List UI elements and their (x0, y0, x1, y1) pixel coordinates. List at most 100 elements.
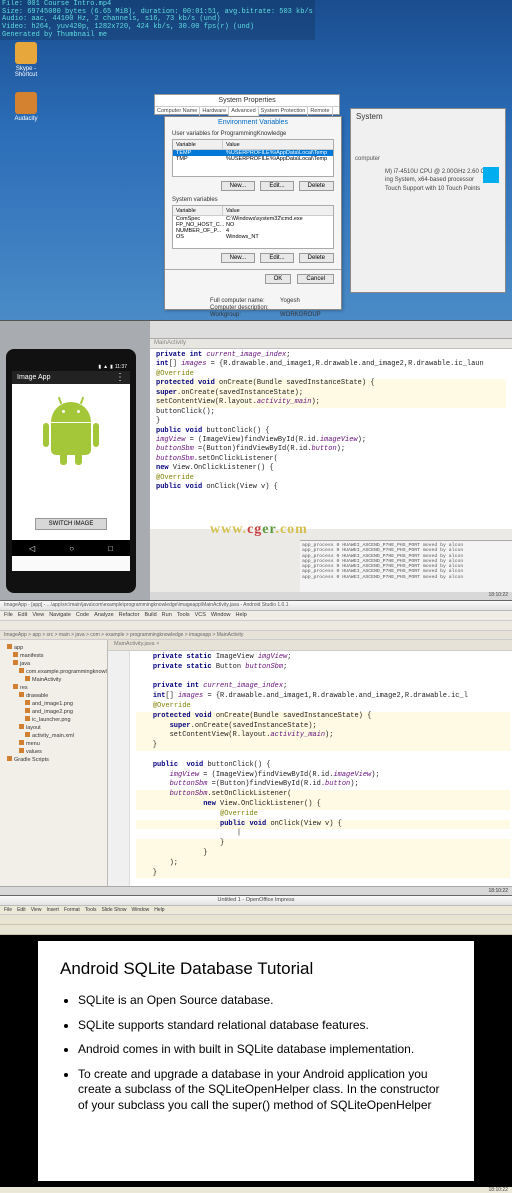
editor-tab-bar[interactable]: MainActivity.java × (108, 640, 512, 651)
tab-system-protection[interactable]: System Protection (259, 107, 309, 116)
windows-desktop-screenshot: File: 001 Course Intro.mp4 Size: 6974508… (0, 0, 512, 320)
ok-button[interactable]: OK (265, 274, 292, 284)
recents-icon[interactable]: □ (108, 544, 113, 553)
impress-menu-bar: File Edit View Insert Format Tools Slide Show W… (0, 906, 512, 915)
menu-help[interactable]: Help (235, 612, 246, 618)
slide-bullets: SQLite is an Open Source database. SQLit… (60, 993, 452, 1114)
delete-sys-var-button[interactable]: Delete (299, 253, 334, 263)
menu-window[interactable]: Window (132, 907, 150, 913)
control-panel-title: System (351, 109, 505, 124)
skype-icon (15, 42, 37, 64)
sys-vars-table[interactable]: VariableValue ComSpecC:\Windows\system32… (172, 205, 334, 249)
tree-item[interactable]: ic_launcher.png (3, 715, 104, 723)
windows-logo-icon (483, 167, 499, 183)
tree-item[interactable]: com.example.programmingknowledge.imageap… (3, 667, 104, 675)
edit-sys-var-button[interactable]: Edit... (260, 253, 293, 263)
menu-run[interactable]: Run (162, 612, 172, 618)
menu-vcs[interactable]: VCS (195, 612, 206, 618)
bullet-item: To create and upgrade a database in your… (78, 1067, 452, 1114)
project-tree[interactable]: appmanifestsjavacom.example.programmingk… (0, 640, 108, 886)
impress-toolbar (0, 915, 512, 925)
user-vars-label: User variables for ProgrammingKnowledge (172, 131, 334, 137)
system-properties-tabs: Computer Name Hardware Advanced System P… (155, 106, 339, 116)
android-emulator-ide-screenshot: ▮ ▲ ▮ 11:37 Image App ⋮ SWITCH IMAGE (0, 320, 512, 600)
switch-image-button[interactable]: SWITCH IMAGE (35, 518, 107, 530)
menu-analyze[interactable]: Analyze (94, 612, 114, 618)
tree-item[interactable]: values (3, 747, 104, 755)
menu-file[interactable]: File (4, 907, 12, 913)
phone-screen: ▮ ▲ ▮ 11:37 Image App ⋮ SWITCH IMAGE (12, 363, 130, 571)
code-editor[interactable]: private int current_image_index;int[] im… (150, 349, 512, 529)
tree-item[interactable]: menu (3, 739, 104, 747)
tab-hardware[interactable]: Hardware (200, 107, 229, 116)
impress-status-bar: 18:10:22 (0, 1187, 512, 1193)
delete-user-var-button[interactable]: Delete (299, 181, 334, 191)
ide-toolbar (0, 621, 512, 631)
openoffice-impress-screenshot: Untitled 1 - OpenOffice Impress File Edit… (0, 895, 512, 1193)
video-info-overlay: File: 001 Course Intro.mp4 Size: 6974508… (0, 0, 315, 40)
android-nav-bar: ◁ ○ □ (12, 540, 130, 556)
desktop-icon-audacity[interactable]: Audacity (6, 92, 46, 122)
menu-edit[interactable]: Edit (18, 612, 27, 618)
menu-window[interactable]: Window (211, 612, 231, 618)
menu-file[interactable]: File (4, 612, 13, 618)
menu-help[interactable]: Help (154, 907, 164, 913)
tree-item[interactable]: res (3, 683, 104, 691)
menu-navigate[interactable]: Navigate (49, 612, 71, 618)
battery-icon: ▮ (110, 364, 113, 370)
environment-variables-dialog: Environment Variables User variables for… (164, 116, 342, 310)
audacity-icon (15, 92, 37, 114)
overflow-menu-icon[interactable]: ⋮ (115, 375, 125, 380)
table-row[interactable]: TMP%USERPROFILE%\AppData\Local\Temp (173, 156, 333, 162)
new-sys-var-button[interactable]: New... (221, 253, 256, 263)
ide-menu-bar: File Edit View Navigate Code Analyze Refactor B… (0, 611, 512, 621)
tree-item[interactable]: and_image2.png (3, 707, 104, 715)
bullet-item: Android comes in with built in SQLite da… (78, 1042, 452, 1058)
editor-tab[interactable]: MainActivity.java × (114, 641, 159, 647)
tree-item[interactable]: app (3, 643, 104, 651)
android-studio-partial: MainActivity private int current_image_i… (150, 321, 512, 600)
tree-item[interactable]: java (3, 659, 104, 667)
tab-advanced[interactable]: Advanced (229, 107, 258, 116)
menu-edit[interactable]: Edit (17, 907, 26, 913)
tree-item[interactable]: Gradle Scripts (3, 755, 104, 763)
menu-build[interactable]: Build (144, 612, 156, 618)
code-editor[interactable]: private static ImageView imgView; privat… (108, 651, 512, 886)
menu-refactor[interactable]: Refactor (119, 612, 140, 618)
impress-titlebar: Untitled 1 - OpenOffice Impress (0, 896, 512, 906)
tree-item[interactable]: layout (3, 723, 104, 731)
app-bar: Image App ⋮ (12, 371, 130, 384)
home-icon[interactable]: ○ (69, 544, 74, 553)
editor-tab[interactable]: MainActivity (150, 339, 512, 349)
menu-tools[interactable]: Tools (85, 907, 97, 913)
menu-insert[interactable]: Insert (46, 907, 59, 913)
status-time: 11:37 (115, 364, 127, 370)
back-icon[interactable]: ◁ (29, 544, 35, 553)
menu-tools[interactable]: Tools (177, 612, 190, 618)
menu-slide-show[interactable]: Slide Show (101, 907, 126, 913)
tree-item[interactable]: drawable (3, 691, 104, 699)
edit-user-var-button[interactable]: Edit... (260, 181, 293, 191)
menu-view[interactable]: View (32, 612, 44, 618)
new-user-var-button[interactable]: New... (221, 181, 256, 191)
system-properties-window: System Properties Computer Name Hardware… (154, 94, 340, 115)
menu-view[interactable]: View (31, 907, 42, 913)
cancel-button[interactable]: Cancel (297, 274, 334, 284)
breadcrumb[interactable]: ImageApp > app > src > main > java > com… (0, 631, 512, 640)
user-vars-table[interactable]: VariableValue TEMP%USERPROFILE%\AppData\… (172, 139, 334, 177)
desktop-icon-skype[interactable]: Skype - Shortcut (6, 42, 46, 78)
menu-code[interactable]: Code (76, 612, 89, 618)
tree-item[interactable]: manifests (3, 651, 104, 659)
menu-format[interactable]: Format (64, 907, 80, 913)
table-row[interactable]: OSWindows_NT (173, 234, 333, 240)
tab-remote[interactable]: Remote (308, 107, 332, 116)
wifi-icon: ▲ (103, 364, 108, 370)
tree-item[interactable]: MainActivity (3, 675, 104, 683)
tree-item[interactable]: and_image1.png (3, 699, 104, 707)
tree-item[interactable]: activity_main.xml (3, 731, 104, 739)
tab-computer-name[interactable]: Computer Name (155, 107, 200, 116)
impress-toolbar-2 (0, 925, 512, 935)
env-var-title: Environment Variables (165, 117, 341, 128)
logcat-console[interactable]: app_process 0 HUAWEI_ASCEND_P7HE_PHS_POR… (300, 540, 512, 592)
slide[interactable]: Android SQLite Database Tutorial SQLite … (38, 941, 474, 1181)
